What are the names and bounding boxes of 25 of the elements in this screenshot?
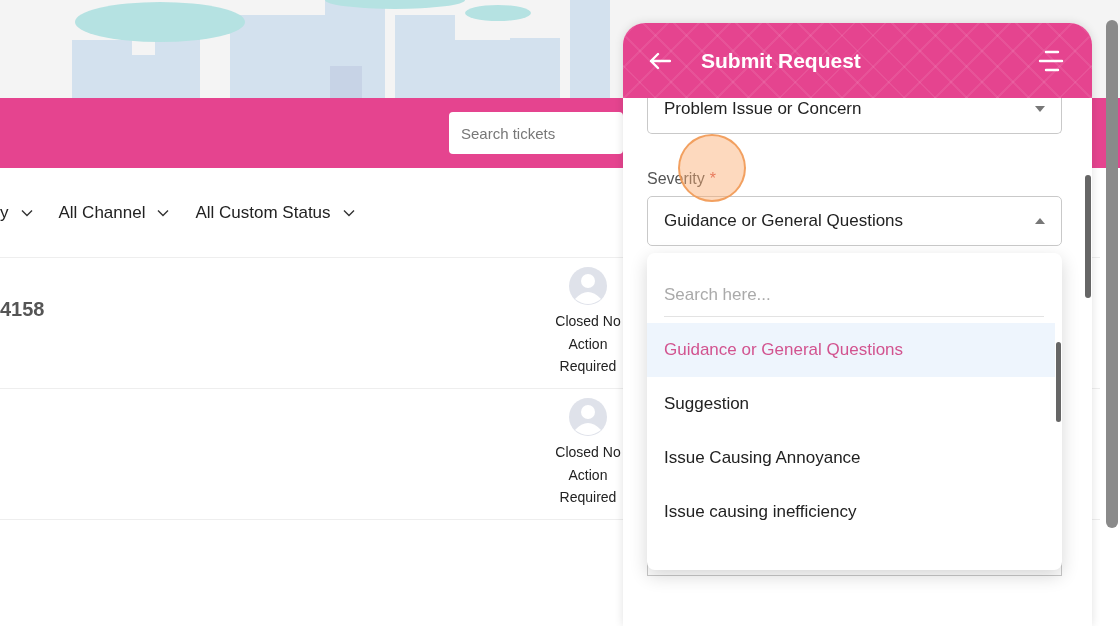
severity-select[interactable]: Guidance or General Questions [647,196,1062,246]
menu-icon[interactable] [1038,49,1064,72]
scrollbar[interactable] [1056,342,1061,422]
ticket-status: Closed No Action Required [554,312,622,376]
filter-dropdown[interactable]: All Custom Status [195,202,331,223]
dropdown-option[interactable]: Guidance or General Questions [647,323,1055,377]
back-arrow-icon[interactable] [649,51,671,70]
avatar-icon [569,267,607,305]
chevron-down-icon [157,208,170,217]
chevron-down-icon [342,208,355,217]
avatar-icon [569,398,607,436]
scrollbar[interactable] [1085,175,1091,298]
chevron-down-icon [20,208,33,217]
search-field[interactable]: Search tickets [449,112,623,154]
filter-dropdown[interactable]: All Channel [58,202,146,223]
panel-title: Submit Request [701,48,862,73]
filter-dropdown[interactable]: y [0,202,9,223]
required-mark: * [709,170,717,188]
dropdown-option[interactable]: Issue causing inefficiency [647,485,1055,539]
dropdown-option[interactable]: Issue Causing Annoyance [647,431,1055,485]
dropdown-option[interactable]: Suggestion [647,377,1055,431]
ticket-status: Closed No Action Required [554,443,622,507]
ticket-number: 4158 [0,298,45,320]
scrollbar[interactable] [1106,20,1118,528]
category-select[interactable]: Problem Issue or Concern [647,98,1062,134]
